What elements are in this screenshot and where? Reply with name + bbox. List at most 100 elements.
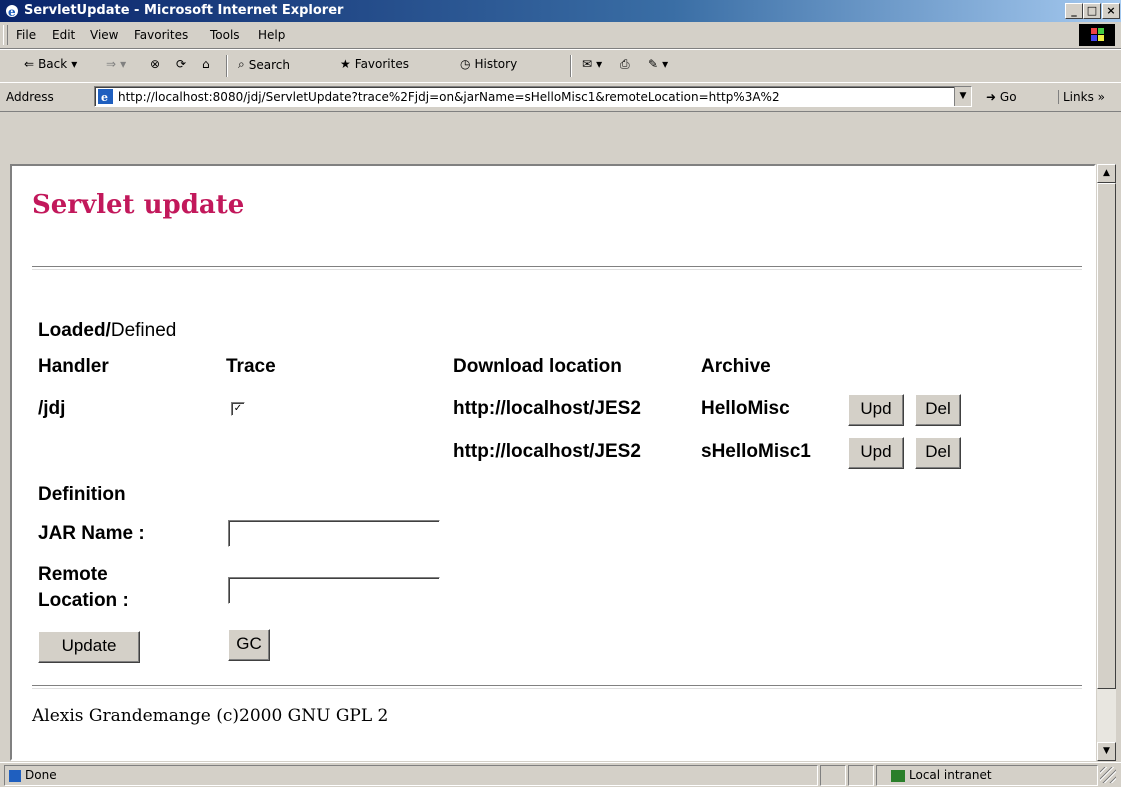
back-label: Back (38, 57, 68, 71)
menu-bar: File Edit View Favorites Tools Help (0, 22, 1121, 49)
history-button[interactable]: ◷ History (460, 57, 517, 71)
chevron-down-icon: ▾ (596, 57, 603, 71)
status-bar: Done Local intranet (0, 762, 1121, 787)
header-trace: Trace (226, 356, 276, 377)
links-button[interactable]: Links » (1058, 90, 1105, 104)
menu-file[interactable]: File (16, 28, 36, 42)
handler-jdj: /jdj (38, 398, 66, 419)
menu-favorites[interactable]: Favorites (134, 28, 188, 42)
archive-location: http://localhost/JES2 (453, 398, 641, 419)
upd-button[interactable]: Upd (848, 394, 904, 426)
archive-name: sHelloMisc1 (701, 441, 811, 462)
gc-button[interactable]: GC (228, 629, 270, 661)
home-button[interactable]: ⌂ (202, 57, 210, 71)
menu-tools[interactable]: Tools (210, 28, 240, 42)
del-button[interactable]: Del (915, 394, 961, 426)
header-download-location: Download location (453, 356, 622, 377)
edit-button[interactable]: ✎ ▾ (648, 57, 668, 71)
links-label: Links (1063, 90, 1094, 104)
home-icon: ⌂ (202, 57, 210, 71)
update-button[interactable]: Update (38, 631, 140, 663)
go-label: Go (999, 90, 1017, 104)
back-button[interactable]: ⇐ Back ▾ (24, 57, 77, 71)
close-button[interactable]: × (1102, 3, 1120, 19)
stop-icon: ⊗ (150, 57, 161, 71)
remote-location-input[interactable] (228, 577, 440, 604)
upd-button[interactable]: Upd (848, 437, 904, 469)
history-label: History (474, 57, 518, 71)
go-arrow-icon: ➜ (986, 90, 997, 104)
go-button[interactable]: ➜ Go (986, 90, 1017, 104)
scroll-up-button[interactable]: ▲ (1097, 164, 1116, 183)
svg-text:e: e (8, 5, 16, 19)
favorites-icon: ★ (340, 57, 351, 71)
svg-text:e: e (101, 91, 108, 104)
scroll-down-button[interactable]: ▼ (1097, 742, 1116, 761)
favorites-label: Favorites (354, 57, 409, 71)
window-titlebar: e ServletUpdate - Microsoft Internet Exp… (0, 0, 1121, 22)
horizontal-rule (32, 266, 1082, 270)
window-title: ServletUpdate - Microsoft Internet Explo… (24, 3, 344, 18)
print-button[interactable]: ⎙ (620, 57, 630, 72)
mail-icon: ✉ (582, 57, 593, 71)
status-text-cell: Done (4, 765, 818, 786)
stop-button[interactable]: ⊗ (150, 57, 160, 71)
menu-edit[interactable]: Edit (52, 28, 75, 42)
archive-location: http://localhost/JES2 (453, 441, 641, 462)
trace-checkbox[interactable]: ✓ (231, 402, 245, 416)
search-button[interactable]: ⌕ Search (238, 57, 290, 72)
address-input[interactable]: e http://localhost:8080/jdj/ServletUpdat… (94, 86, 972, 107)
chevron-down-icon: ▾ (662, 57, 669, 71)
definition-label: Definition (38, 484, 126, 505)
archive-name: HelloMisc (701, 398, 790, 419)
jar-name-label: JAR Name : (38, 523, 145, 544)
forward-button[interactable]: ⇒ ▾ (106, 57, 126, 71)
defined-label: Defined (110, 320, 177, 341)
zone-cell: Local intranet (876, 765, 1098, 786)
mail-button[interactable]: ✉ ▾ (582, 57, 602, 71)
maximize-button[interactable]: □ (1083, 3, 1101, 19)
zone-label: Local intranet (909, 768, 992, 782)
address-label: Address (6, 90, 54, 104)
vertical-scrollbar[interactable]: ▲ ▼ (1097, 164, 1116, 761)
status-cell (820, 765, 846, 786)
loaded-defined-label: Loaded/Defined (38, 320, 176, 342)
toolbar-separator (226, 55, 228, 77)
scroll-thumb[interactable] (1097, 183, 1116, 689)
horizontal-rule (32, 685, 1082, 689)
menubar-grip[interactable] (3, 25, 8, 45)
remote-label-line1: Remote (38, 564, 108, 585)
menu-help[interactable]: Help (258, 28, 285, 42)
page-icon: e (98, 89, 113, 104)
search-icon: ⌕ (238, 57, 245, 71)
header-archive: Archive (701, 356, 771, 377)
page-icon (9, 769, 21, 782)
page-viewport: Servlet update Loaded/Defined Handler Tr… (10, 164, 1096, 761)
resize-grip-icon[interactable] (1100, 767, 1116, 783)
footer-copyright: Alexis Grandemange (c)2000 GNU GPL 2 (32, 706, 389, 726)
chevron-down-icon: ▾ (120, 57, 127, 71)
search-label: Search (248, 57, 290, 72)
minimize-button[interactable]: _ (1065, 3, 1083, 19)
standard-toolbar: ⇐ Back ▾ ⇒ ▾ ⊗ ⟳ ⌂ ⌕ Search ★ Favorites … (0, 49, 1121, 83)
toolbar-separator (570, 55, 572, 77)
loaded-label: Loaded/ (38, 320, 111, 341)
jar-name-input[interactable] (228, 520, 440, 547)
menu-view[interactable]: View (90, 28, 118, 42)
history-icon: ◷ (460, 57, 471, 71)
print-icon: ⎙ (620, 57, 630, 71)
back-arrow-icon: ⇐ (24, 57, 35, 71)
address-bar: Address e http://localhost:8080/jdj/Serv… (0, 82, 1121, 112)
windows-logo-icon (1079, 24, 1115, 46)
status-text: Done (25, 768, 57, 782)
page-title: Servlet update (32, 190, 245, 220)
intranet-icon (891, 769, 905, 782)
favorites-button[interactable]: ★ Favorites (340, 57, 409, 71)
chevron-down-icon: ▾ (71, 57, 78, 71)
ie-icon: e (6, 5, 18, 19)
del-button[interactable]: Del (915, 437, 961, 469)
refresh-button[interactable]: ⟳ (176, 57, 186, 71)
address-dropdown-button[interactable]: ▼ (954, 87, 971, 106)
refresh-icon: ⟳ (176, 57, 187, 71)
address-url: http://localhost:8080/jdj/ServletUpdate?… (118, 90, 780, 104)
